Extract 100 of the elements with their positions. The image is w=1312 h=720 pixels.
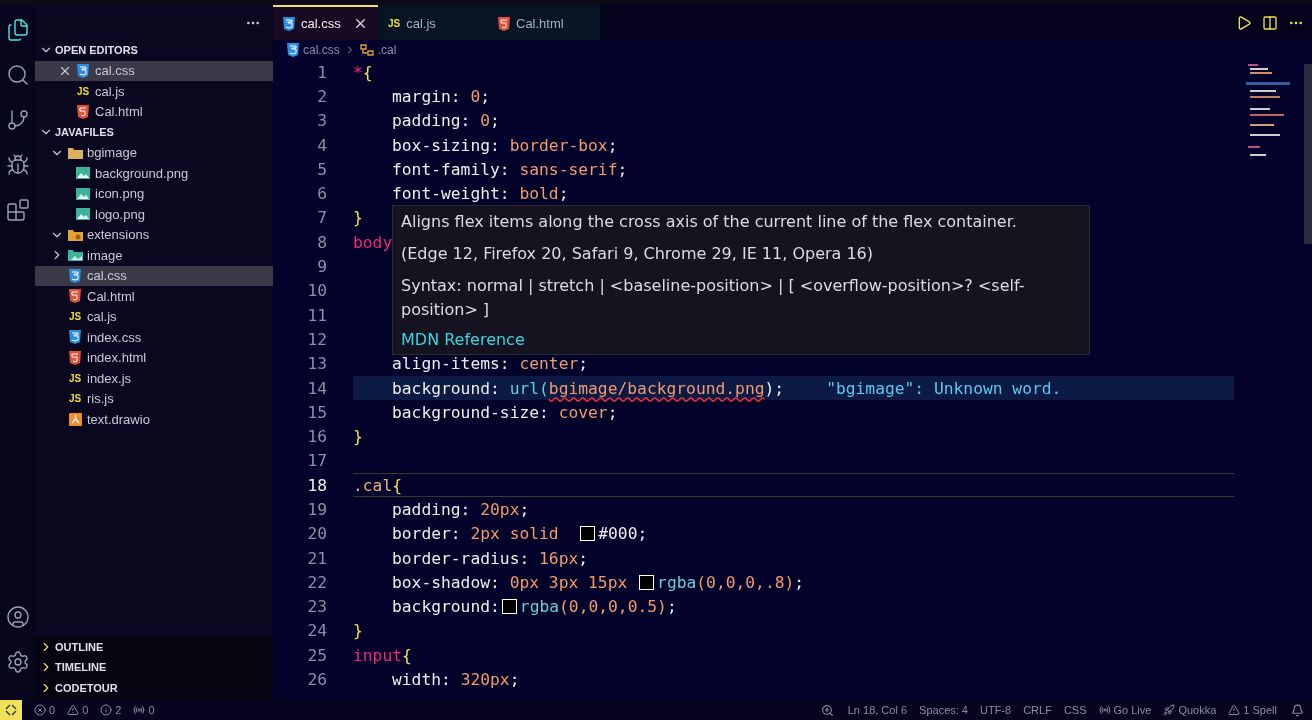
status-item[interactable]: UTF-8 — [974, 704, 1018, 716]
file-item[interactable]: index.css — [35, 327, 273, 348]
line-number: 16 — [306, 427, 327, 447]
file-item[interactable]: icon.png — [35, 183, 273, 204]
status-item[interactable]: CRLF — [1017, 704, 1058, 716]
file-item[interactable]: index.html — [35, 347, 273, 368]
remote-button[interactable] — [0, 700, 22, 720]
css-file-icon — [77, 63, 89, 78]
open-editor-item[interactable]: Cal.html — [35, 101, 273, 122]
open-editor-item[interactable]: JS cal.js — [35, 81, 273, 102]
file-item[interactable]: JS index.js — [35, 368, 273, 389]
code-token: ; — [617, 159, 628, 179]
folder-item[interactable]: extensions — [35, 224, 273, 245]
close-icon[interactable] — [353, 16, 368, 31]
editor-tab[interactable]: JS cal.js — [378, 5, 488, 40]
code-token: rgba — [657, 572, 697, 592]
line-number: 23 — [306, 597, 327, 617]
line-number: 14 — [306, 378, 327, 398]
code-token: { — [402, 645, 412, 665]
code-token: font-family: — [392, 159, 511, 179]
status-item[interactable]: Go Live — [1092, 704, 1158, 716]
file-item[interactable]: cal.css — [35, 265, 273, 286]
line-number: 1 — [316, 62, 327, 82]
status-item[interactable]: CSS — [1057, 704, 1093, 716]
color-swatch[interactable] — [639, 574, 655, 590]
mdn-reference-link[interactable]: MDN Reference — [401, 330, 525, 349]
file-item[interactable]: JS cal.js — [35, 306, 273, 327]
editor-tab[interactable]: Cal.html — [488, 5, 600, 40]
code-token: ; — [794, 572, 805, 592]
css-file-icon — [283, 16, 295, 31]
file-item[interactable]: logo.png — [35, 204, 273, 225]
line-number: 25 — [306, 645, 327, 665]
split-editor-icon[interactable] — [1262, 14, 1278, 31]
inline-error-message: "bgimage": Unknown word. — [826, 378, 1062, 398]
line-number: 13 — [306, 354, 327, 374]
status-item[interactable]: 2 — [94, 704, 128, 716]
code-token: 0 — [470, 86, 481, 106]
code-token: rgba — [519, 597, 560, 617]
line-number: 22 — [306, 572, 327, 592]
section-header[interactable]: JAVAFILES — [35, 122, 273, 143]
scrollbar-thumb[interactable] — [1304, 64, 1312, 244]
color-swatch[interactable] — [501, 599, 517, 615]
code-token: font-weight: — [392, 184, 511, 204]
status-item[interactable]: 0 — [127, 704, 161, 716]
code-token: cover — [558, 402, 608, 422]
zoom-icon[interactable] — [820, 703, 834, 717]
broadcast-icon — [1098, 704, 1111, 716]
css-file-icon — [287, 43, 299, 57]
extensions-icon[interactable] — [4, 197, 31, 223]
code-token: ; — [480, 86, 491, 106]
line-number: 20 — [306, 524, 327, 544]
tooltip-description: Aligns flex items along the cross axis of the current line of the flex container. — [401, 211, 1018, 233]
code-token: ; — [607, 402, 618, 422]
color-swatch[interactable] — [580, 526, 596, 542]
folder-icon — [67, 228, 83, 241]
code-token: bgimage/background.png — [548, 378, 765, 398]
status-item[interactable]: 0 — [28, 704, 62, 716]
css-file-icon — [69, 268, 81, 283]
run-icon[interactable] — [1236, 14, 1252, 31]
file-item[interactable]: JS ris.js — [35, 388, 273, 409]
line-number: 18 — [306, 475, 327, 495]
rocket-icon — [1163, 704, 1176, 716]
status-item[interactable]: 0 — [61, 704, 95, 716]
section-header[interactable]: OPEN EDITORS — [35, 40, 273, 61]
file-item[interactable]: text.drawio — [35, 409, 273, 430]
code-token: input — [353, 645, 402, 665]
status-item[interactable]: 1 Spell — [1222, 704, 1283, 716]
code-token: background: — [392, 597, 500, 617]
account-icon[interactable] — [4, 604, 31, 630]
status-item[interactable]: Spaces: 4 — [913, 704, 974, 716]
breadcrumb-item[interactable]: cal.css — [303, 43, 340, 57]
code-token: ; — [666, 597, 677, 617]
folder-item[interactable]: bgimage — [35, 142, 273, 163]
code-token: 20px — [480, 500, 520, 519]
html-file-icon — [69, 350, 81, 365]
editor-tab[interactable]: cal.css — [273, 5, 378, 40]
tooltip-browsers: (Edge 12, Firefox 20, Safari 9, Chrome 29, IE 11, Opera 16) — [401, 243, 875, 265]
code-token: 0px 3px 15px — [509, 572, 629, 592]
code-token: ; — [490, 111, 500, 131]
status-item[interactable]: Ln 18, Col 6 — [841, 704, 914, 716]
bell-icon[interactable] — [1291, 703, 1304, 717]
js-file-icon: JS — [68, 311, 82, 323]
code-token: ; — [509, 670, 520, 690]
code-token: align-items: — [392, 354, 511, 374]
code-token: padding: — [392, 111, 472, 131]
line-number: 6 — [316, 184, 327, 204]
line-number: 17 — [306, 451, 327, 471]
line-number: 10 — [306, 281, 327, 301]
folder-item[interactable]: image — [35, 245, 273, 266]
status-item[interactable]: Quokka — [1157, 704, 1223, 716]
line-number: 9 — [316, 257, 327, 276]
line-number: 12 — [306, 329, 327, 349]
js-file-icon: JS — [388, 18, 401, 29]
remote-icon — [5, 704, 17, 716]
file-item[interactable]: Cal.html — [35, 286, 273, 307]
file-item[interactable]: background.png — [35, 163, 273, 184]
breadcrumb-item[interactable]: .cal — [377, 43, 397, 57]
debug-icon[interactable] — [4, 152, 31, 178]
open-editor-item[interactable]: cal.css — [35, 60, 273, 81]
diagram-file-icon — [68, 412, 82, 426]
